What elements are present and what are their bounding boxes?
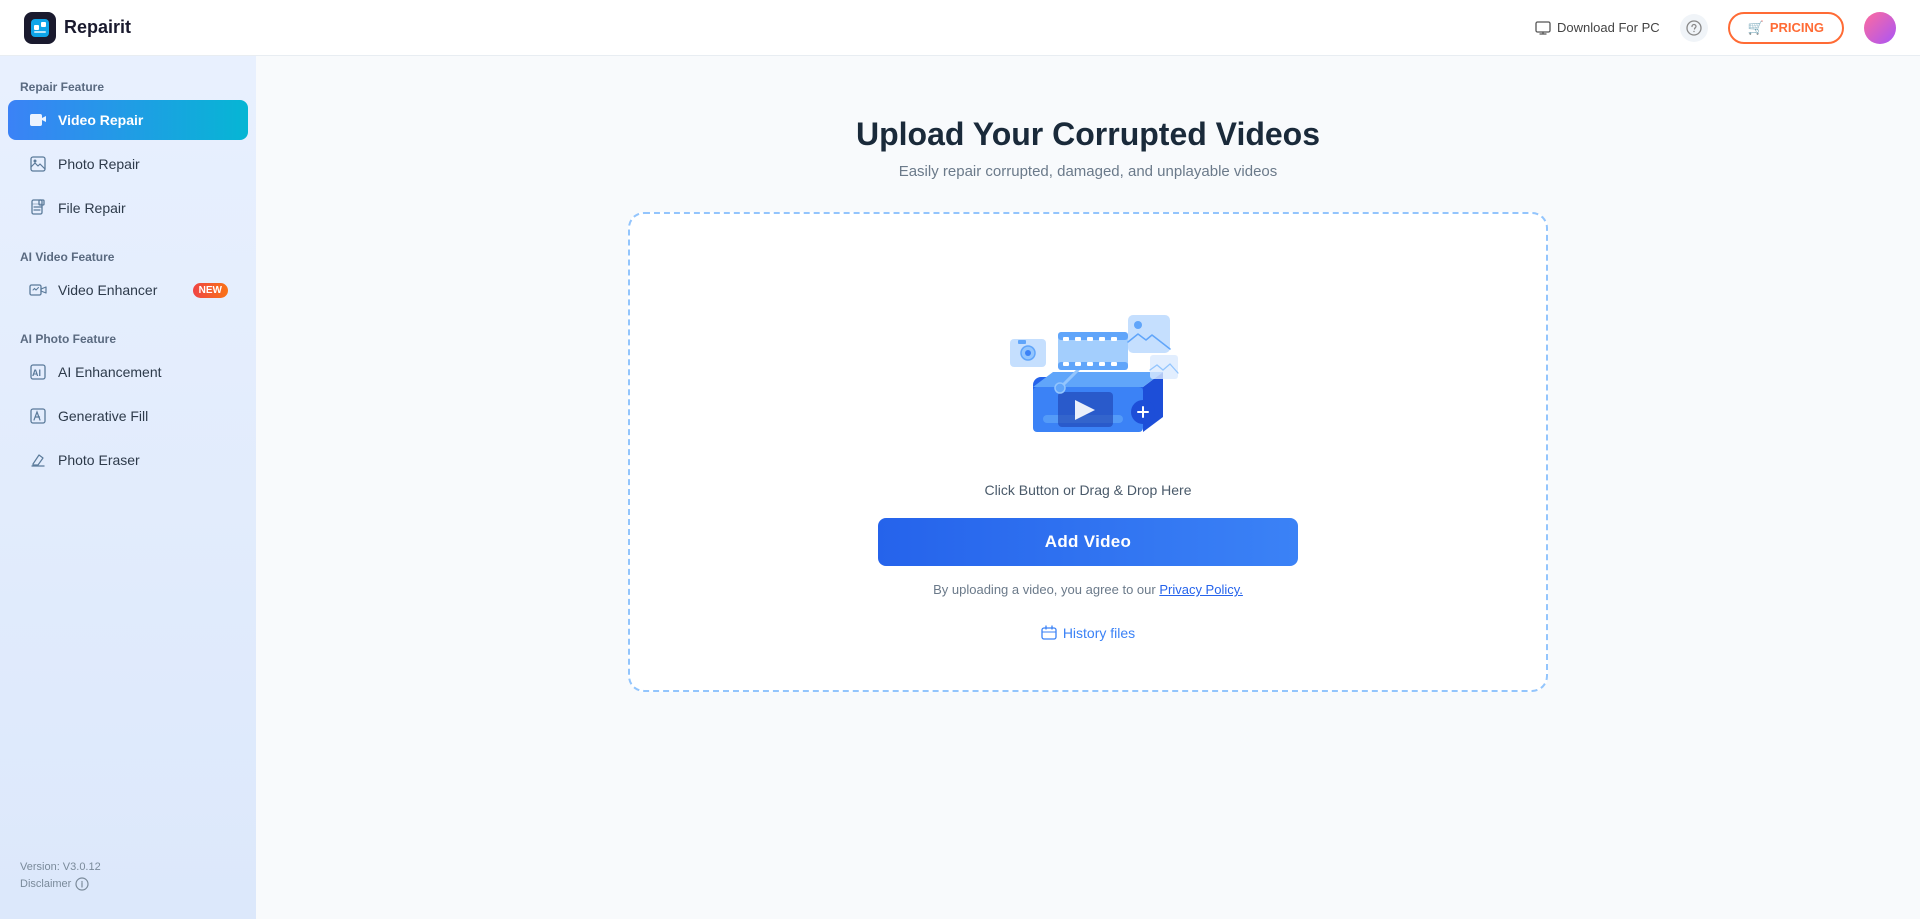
sidebar-item-video-repair[interactable]: Video Repair (8, 100, 248, 140)
upload-drop-zone[interactable]: Click Button or Drag & Drop Here Add Vid… (628, 212, 1548, 692)
user-avatar[interactable] (1864, 12, 1896, 44)
sidebar-item-video-enhancer[interactable]: Video Enhancer NEW (8, 270, 248, 310)
sidebar-item-file-repair[interactable]: File Repair (8, 188, 248, 228)
sidebar-item-label-video-enhancer: Video Enhancer (58, 282, 183, 298)
info-icon (75, 877, 89, 891)
privacy-notice: By uploading a video, you agree to our P… (933, 582, 1243, 597)
svg-text:AI: AI (32, 368, 41, 378)
pricing-button[interactable]: 🛒 PRICING (1728, 12, 1844, 44)
upload-illustration (988, 262, 1188, 462)
help-icon (1686, 20, 1702, 36)
header: Repairit Download For PC 🛒 PRICING (0, 0, 1920, 56)
video-enhancer-icon (28, 280, 48, 300)
sidebar-item-photo-repair[interactable]: Photo Repair (8, 144, 248, 184)
sidebar: Repair Feature Video Repair Photo Repair (0, 56, 256, 919)
sidebar-item-photo-eraser[interactable]: Photo Eraser (8, 440, 248, 480)
generative-fill-icon (28, 406, 48, 426)
privacy-policy-link[interactable]: Privacy Policy. (1159, 582, 1243, 597)
page-title: Upload Your Corrupted Videos (856, 116, 1320, 153)
logo-icon (24, 12, 56, 44)
ai-enhancement-icon: AI (28, 362, 48, 382)
sidebar-item-label-generative-fill: Generative Fill (58, 408, 228, 424)
photo-eraser-icon (28, 450, 48, 470)
pricing-cart-icon: 🛒 (1748, 20, 1764, 36)
sidebar-item-label-photo-eraser: Photo Eraser (58, 452, 228, 468)
sidebar-item-label-ai-enhancement: AI Enhancement (58, 364, 228, 380)
sidebar-item-generative-fill[interactable]: Generative Fill (8, 396, 248, 436)
repair-feature-section-label: Repair Feature (0, 72, 256, 98)
main-content: Upload Your Corrupted Videos Easily repa… (256, 56, 1920, 919)
version-label: Version: V3.0.12 (20, 861, 236, 873)
add-video-button[interactable]: Add Video (878, 518, 1298, 566)
video-repair-icon (28, 110, 48, 130)
drag-drop-hint: Click Button or Drag & Drop Here (985, 482, 1192, 498)
history-icon (1041, 625, 1057, 641)
main-layout: Repair Feature Video Repair Photo Repair (0, 56, 1920, 919)
sidebar-item-label-video-repair: Video Repair (58, 112, 228, 128)
sidebar-item-ai-enhancement[interactable]: AI AI Enhancement (8, 352, 248, 392)
logo[interactable]: Repairit (24, 12, 131, 44)
history-files-link[interactable]: History files (1041, 625, 1135, 641)
photo-repair-icon (28, 154, 48, 174)
file-repair-icon (28, 198, 48, 218)
monitor-icon (1535, 20, 1551, 36)
download-for-pc-button[interactable]: Download For PC (1535, 20, 1660, 36)
sidebar-item-label-photo-repair: Photo Repair (58, 156, 228, 172)
ai-photo-feature-section-label: AI Photo Feature (0, 324, 256, 350)
sidebar-footer: Version: V3.0.12 Disclaimer (0, 849, 256, 903)
page-subtitle: Easily repair corrupted, damaged, and un… (899, 163, 1278, 180)
help-button[interactable] (1680, 14, 1708, 42)
logo-text: Repairit (64, 17, 131, 38)
sidebar-item-label-file-repair: File Repair (58, 200, 228, 216)
new-badge: NEW (193, 283, 228, 298)
ai-video-feature-section-label: AI Video Feature (0, 242, 256, 268)
header-right: Download For PC 🛒 PRICING (1535, 12, 1896, 44)
disclaimer-link[interactable]: Disclaimer (20, 877, 236, 891)
